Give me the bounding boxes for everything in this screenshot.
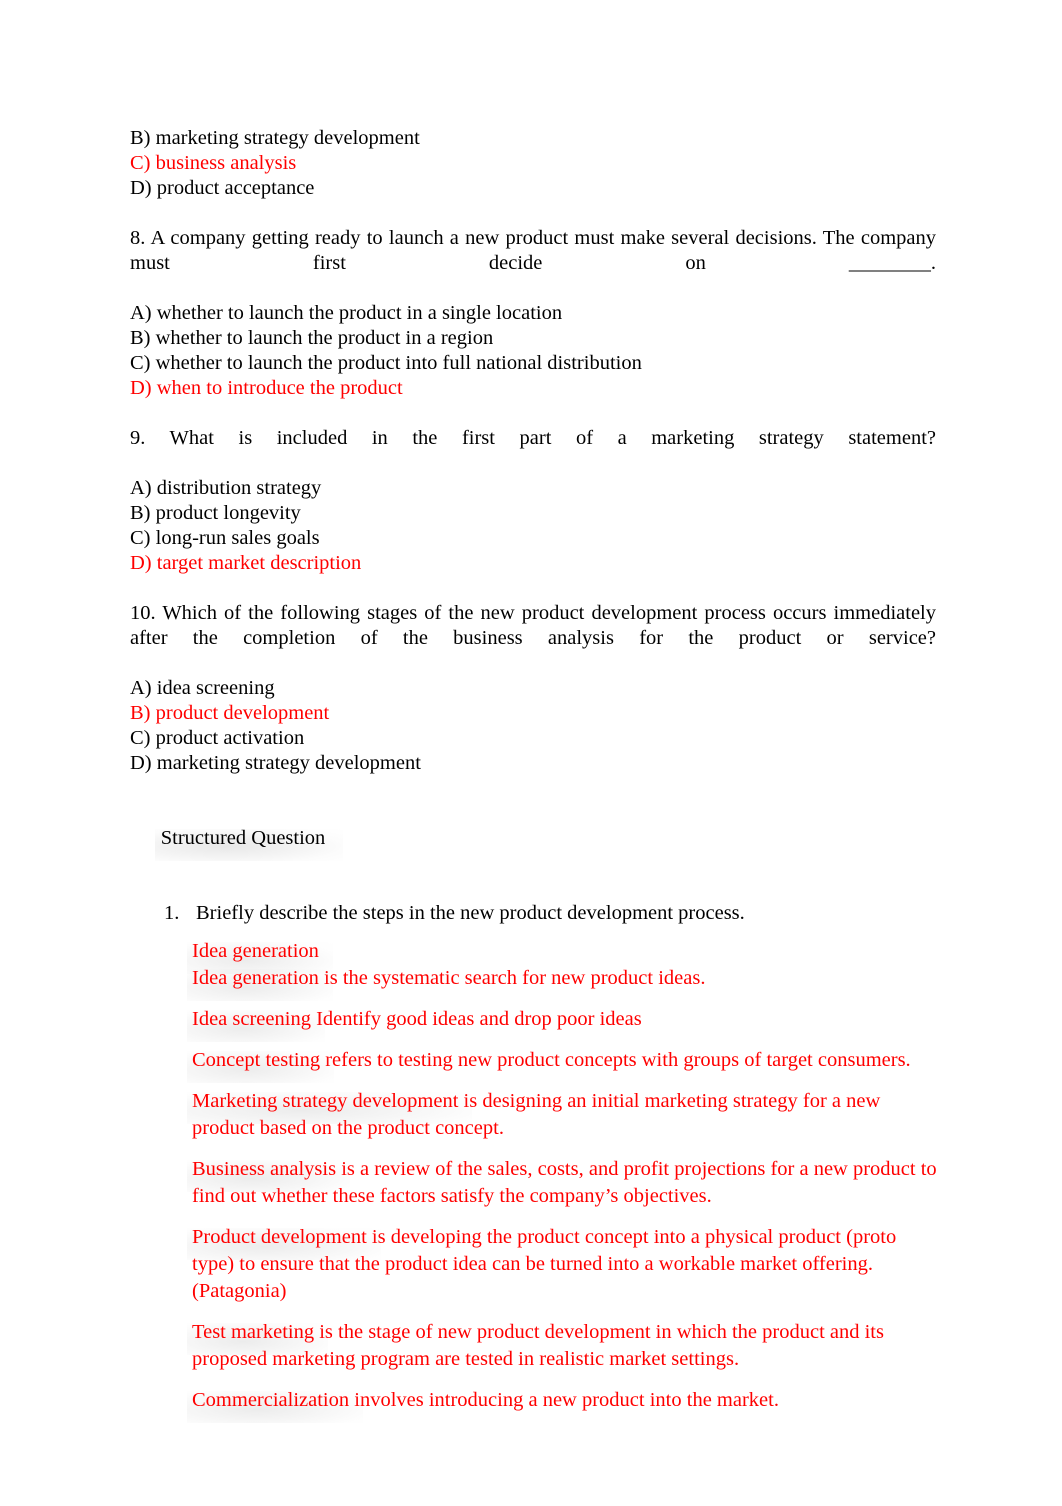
list-item-text: Briefly describe the steps in the new pr… [196, 902, 745, 924]
question-block-q9: 9. What is included in the first part of… [130, 426, 936, 576]
stage-term-text: Idea screening [192, 1008, 311, 1030]
list-item: 1. Briefly describe the steps in the new… [130, 901, 936, 926]
document-content: B) marketing strategy development C) bus… [130, 126, 937, 1428]
stage-term: Idea generation [187, 965, 333, 1001]
heading-smudge: Structured Question [154, 826, 343, 861]
answer-paragraph: Business analysis is a review of the sal… [186, 1156, 940, 1210]
stage-description: involves introducing a new product into … [349, 1389, 779, 1411]
answer-option: D) marketing strategy development [130, 752, 421, 774]
answer-paragraph: Concept testing refers to testing new pr… [186, 1047, 940, 1083]
answer-paragraph: Idea generation [187, 938, 940, 974]
stage-description: refers to testing new product concepts w… [320, 1049, 911, 1071]
answer-option-correct: B) product development [130, 702, 330, 724]
stage-term-text: Idea generation [192, 940, 319, 962]
stage-term: Idea generation [187, 938, 333, 974]
answer-option: D) product acceptance [130, 177, 315, 199]
answer-option-correct: D) target market description [130, 552, 362, 574]
question-block-q7-tail: B) marketing strategy development C) bus… [130, 126, 936, 201]
stage-term-text: Business analysis [192, 1158, 337, 1180]
answer-paragraph: Marketing strategy development is design… [186, 1088, 940, 1142]
answer-option: A) idea screening [130, 677, 275, 699]
answer-option: A) whether to launch the product in a si… [130, 302, 563, 324]
answer-option-correct: D) when to introduce the product [130, 377, 403, 399]
answer-option: C) product activation [130, 727, 305, 749]
stage-term-text: Concept testing [192, 1049, 321, 1071]
stage-description: Identify good ideas and drop poor ideas [310, 1008, 642, 1030]
stage-term-text: Idea generation [192, 967, 319, 989]
stage-term-text: Commercialization [192, 1389, 350, 1411]
stage-term: Product development [187, 1224, 381, 1260]
answer-option: B) whether to launch the product in a re… [130, 327, 494, 349]
answer-paragraph: Commercialization involves introducing a… [186, 1387, 940, 1423]
answer-paragraph: Idea screening Identify good ideas and d… [187, 1006, 940, 1042]
structured-answer-body: Idea generation Idea generation is the s… [186, 938, 940, 1423]
stage-term-text: Marketing strategy development [192, 1090, 459, 1112]
question-block-q10: 10. Which of the following stages of the… [130, 601, 936, 776]
stage-term: Marketing strategy development [186, 1088, 473, 1124]
stage-term-text: Product development [192, 1226, 367, 1248]
document-page: B) marketing strategy development C) bus… [0, 0, 1062, 1506]
question-block-q8: 8. A company getting ready to launch a n… [130, 226, 936, 401]
stage-term: Commercialization [186, 1387, 364, 1423]
answer-option: A) distribution strategy [130, 477, 322, 499]
stage-term: Business analysis [186, 1156, 351, 1192]
structured-question-list: 1. Briefly describe the steps in the new… [130, 901, 936, 926]
question-stem: 8. A company getting ready to launch a n… [130, 227, 936, 274]
answer-option: B) marketing strategy development [130, 127, 420, 149]
stage-term: Test marketing [186, 1319, 329, 1355]
stage-description: is the systematic search for new product… [318, 967, 706, 989]
question-stem: 9. What is included in the first part of… [130, 427, 936, 449]
stage-term-text: Test marketing [192, 1321, 315, 1343]
structured-question-heading: Structured Question [130, 801, 936, 876]
question-stem: 10. Which of the following stages of the… [130, 602, 936, 649]
answer-option-correct: C) business analysis [130, 152, 297, 174]
answer-paragraph: Test marketing is the stage of new produ… [186, 1319, 940, 1373]
answer-paragraph: Product development is developing the pr… [187, 1224, 940, 1305]
answer-option: C) long-run sales goals [130, 527, 320, 549]
answer-paragraph: Idea generation is the systematic search… [187, 965, 940, 1001]
answer-option: C) whether to launch the product into fu… [130, 352, 642, 374]
stage-term: Idea screening [187, 1006, 325, 1042]
stage-term: Concept testing [186, 1047, 335, 1083]
list-item-number: 1. [164, 902, 180, 924]
answer-option: B) product longevity [130, 502, 301, 524]
structured-question-heading-text: Structured Question [160, 827, 326, 849]
